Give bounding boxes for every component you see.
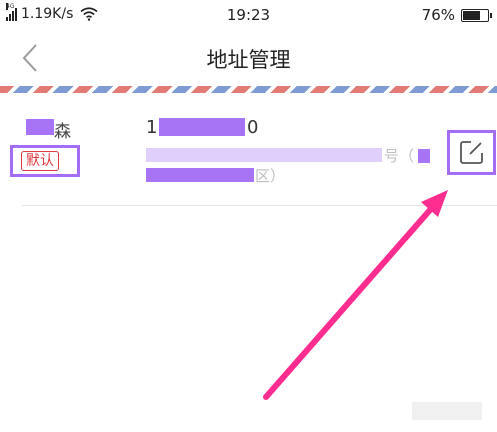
address-line-2-fragment: 区） [255,167,286,185]
address-list-item[interactable]: 森 默认 1 0 号（ 区） [0,93,497,205]
airmail-stripe-divider [0,86,497,93]
battery-icon [461,8,492,22]
redacted-address-line-2 [146,168,254,182]
list-divider [22,205,497,206]
redacted-name [26,119,54,135]
battery-nub [489,12,492,18]
edit-icon [460,141,483,164]
redacted-phone [159,118,245,136]
status-right: 76% [421,6,492,24]
phone-end: 0 [247,117,259,138]
arrow-shaft [263,207,433,400]
battery-fill [463,10,481,20]
redacted-address-line-1-end [418,149,430,163]
default-badge: 默认 [21,151,59,171]
edit-address-button[interactable] [458,138,486,166]
battery-percent: 76% [421,6,455,24]
redacted-address-line-1 [146,148,382,162]
address-line-1-fragment: 号（ [384,147,415,165]
recipient-name: 森 [54,122,71,142]
page-title: 地址管理 [206,48,291,72]
phone-start: 1 [146,117,158,138]
nav-bar: 地址管理 [0,30,497,86]
watermark [412,402,482,420]
status-bar: 4G 1.19K/s 19:23 76% [0,0,497,30]
